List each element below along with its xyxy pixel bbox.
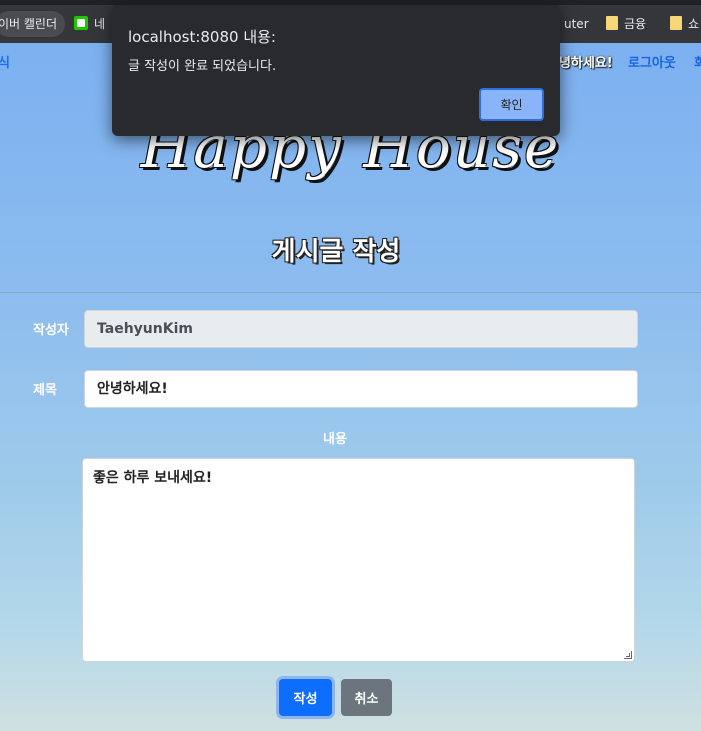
bookmark-computer[interactable]: uter — [564, 11, 589, 37]
cancel-button[interactable]: 취소 — [341, 679, 392, 716]
page: 식 안녕하세요! 로그아웃 회 Happy House 게시글 작성 작성자 T… — [0, 43, 701, 731]
folder-icon — [606, 16, 618, 30]
title-label: 제목 — [33, 383, 57, 398]
nav-link-left[interactable]: 식 — [0, 52, 10, 71]
naver-icon — [74, 16, 88, 30]
bookmark-label: 네 — [94, 17, 106, 31]
dialog-message: 글 작성이 완료 되었습니다. — [128, 59, 277, 74]
bookmark-label: 쇼 — [688, 17, 700, 31]
dialog-title: localhost:8080 내용: — [128, 28, 276, 46]
bookmark-label: 금융 — [624, 17, 647, 31]
divider — [0, 292, 701, 293]
content-textarea[interactable]: 좋은 하루 보내세요! — [82, 458, 635, 662]
bookmark-shopping[interactable]: 쇼 — [670, 11, 699, 37]
nav-link-right[interactable]: 회 — [694, 52, 701, 71]
bookmark-naver[interactable]: 네 — [74, 11, 105, 37]
author-field: TaehyunKim — [84, 310, 638, 348]
dialog-ok-button[interactable]: 확인 — [479, 88, 544, 121]
page-title: 게시글 작성 — [271, 237, 401, 267]
bookmark-label: 이버 캘린더 — [0, 17, 58, 31]
logout-link[interactable]: 로그아웃 — [628, 52, 676, 71]
bookmark-label: uter — [564, 17, 589, 31]
content-label: 내용 — [323, 432, 347, 447]
folder-icon — [670, 16, 682, 30]
submit-button[interactable]: 작성 — [279, 679, 332, 716]
resize-handle[interactable] — [624, 651, 632, 659]
bookmark-finance[interactable]: 금융 — [606, 11, 646, 37]
content-text: 좋은 하루 보내세요! — [93, 470, 213, 486]
author-label: 작성자 — [33, 323, 69, 338]
alert-dialog: localhost:8080 내용: 글 작성이 완료 되었습니다. 확인 — [112, 5, 560, 136]
bookmark-naver-calendar[interactable]: 이버 캘린더 — [0, 11, 66, 37]
title-input[interactable]: 안녕하세요! — [84, 370, 638, 408]
